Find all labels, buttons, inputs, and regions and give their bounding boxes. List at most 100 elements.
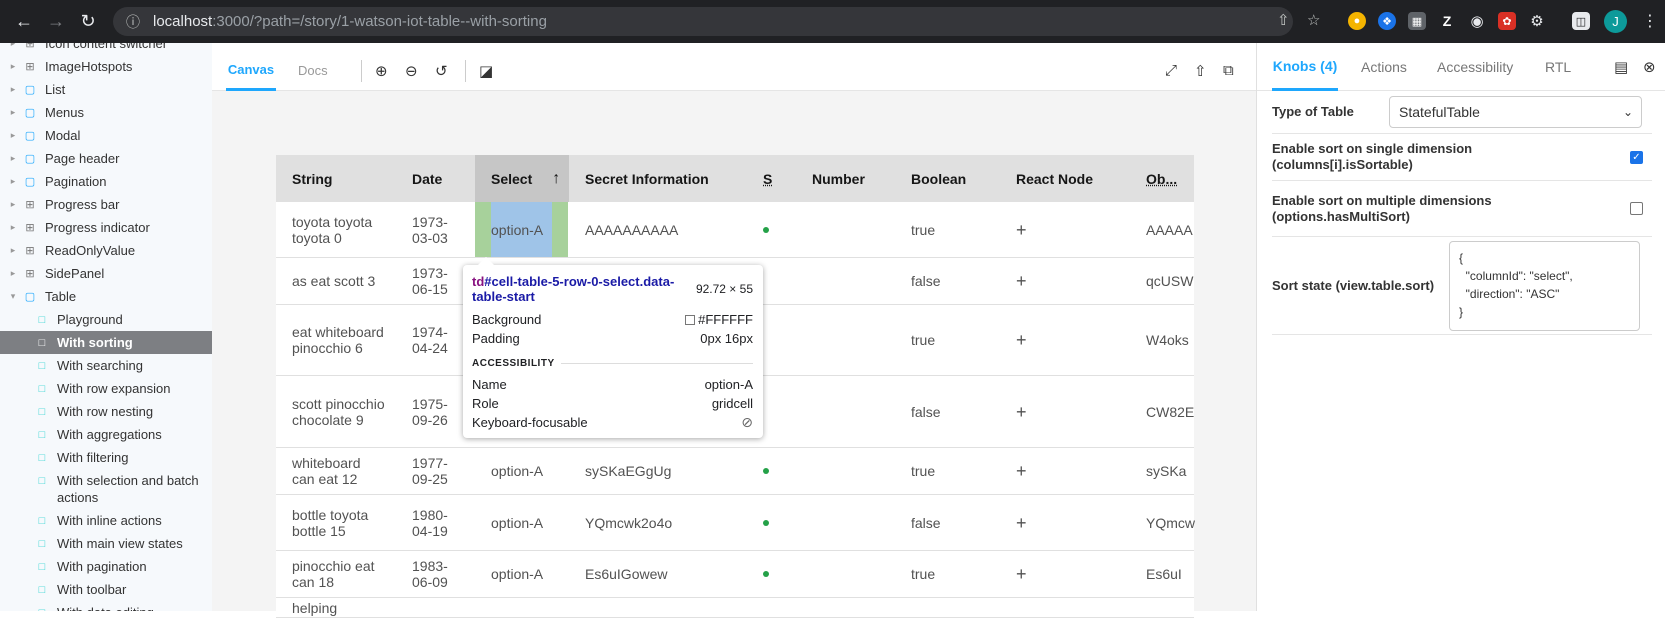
cell-number[interactable] [796,258,895,304]
cell-string[interactable]: eat whiteboard pinocchio 6 [276,305,396,375]
sidebar-item[interactable]: ▸ ⊞ ImageHotspots [0,55,212,78]
background-toggle-icon[interactable]: ◪ [479,62,493,80]
cell-select[interactable]: option-A [475,551,569,597]
tab-knobs[interactable]: Knobs (4) [1272,43,1338,91]
sidebar-item[interactable]: ▸ ▢ List [0,78,212,101]
cell-secret[interactable]: AAAAAAAAAA [569,202,747,257]
add-icon[interactable]: + [1016,221,1027,239]
reload-icon[interactable]: ↻ [76,9,100,33]
sidebar-story[interactable]: □ With row nesting [0,400,212,423]
cell-number[interactable] [796,495,895,550]
column-header[interactable]: Secret Information [569,155,747,202]
tab-rtl[interactable]: RTL [1545,43,1571,91]
cell-status[interactable] [747,202,796,257]
add-icon[interactable]: + [1016,331,1027,349]
cell-number[interactable] [796,551,895,597]
sidebar-story[interactable]: □ With data editing [0,601,212,611]
cell-date[interactable]: 1977-09-25 [396,448,475,494]
cell-secret[interactable]: YQmcwk2o4o [569,495,747,550]
sidebar-story[interactable]: □ With searching [0,354,212,377]
sort-arrow-up-icon[interactable]: ↑ [552,170,560,188]
open-new-tab-icon[interactable]: ⇧ [1194,62,1207,80]
extension-target-icon[interactable]: ◉ [1468,12,1486,30]
table-row[interactable]: whiteboard can eat 12 1977-09-25 option-A s… [276,448,1194,495]
cell-number[interactable] [796,376,895,447]
cell-date[interactable]: 1983-06-09 [396,551,475,597]
extension-z-icon[interactable]: Z [1438,12,1456,30]
multi-sort-checkbox[interactable] [1630,202,1643,215]
cell-object[interactable]: AAAAA [1130,202,1194,257]
info-icon[interactable]: ⓘ [126,12,140,32]
cell-string[interactable]: as eat scott 3 [276,258,396,304]
add-icon[interactable]: + [1016,403,1027,421]
back-icon[interactable]: ← [12,9,36,33]
extension-red-icon[interactable]: ✿ [1498,12,1516,30]
panel-orientation-icon[interactable]: ▤ [1614,58,1628,76]
cell-string[interactable]: scott pinocchio chocolate 9 [276,376,396,447]
cell-node[interactable]: + [1000,202,1130,257]
zoom-out-icon[interactable]: ⊖ [405,62,418,80]
table-row[interactable]: pinocchio eat can 18 1983-06-09 option-A Es… [276,551,1194,598]
add-icon[interactable]: + [1016,514,1027,532]
sidebar-item[interactable]: ▸ ⊞ SidePanel [0,262,212,285]
cell-node[interactable]: + [1000,258,1130,304]
zoom-in-icon[interactable]: ⊕ [375,62,388,80]
cell-boolean[interactable] [895,598,1000,617]
cell-string[interactable]: pinocchio eat can 18 [276,551,396,597]
sidebar-item[interactable]: ▸ ▢ Modal [0,124,212,147]
share-icon[interactable]: ⇧ [1277,11,1290,29]
cell-boolean[interactable]: true [895,202,1000,257]
cell-object[interactable]: qcUSW [1130,258,1194,304]
sidebar-story[interactable]: □ With filtering [0,446,212,469]
cell-number[interactable] [796,448,895,494]
cell-select[interactable]: option-A [475,495,569,550]
column-header[interactable]: Ob... [1130,155,1194,202]
sidebar-item[interactable]: ▸ ⊞ ReadOnlyValue [0,239,212,262]
add-icon[interactable]: + [1016,272,1027,290]
cell-status[interactable] [747,551,796,597]
cell-node[interactable]: + [1000,551,1130,597]
extension-puzzle-blue-icon[interactable]: ❖ [1378,12,1396,30]
cell-date[interactable]: 1973-03-03 [396,202,475,257]
cell-select[interactable] [475,598,569,617]
cell-node[interactable]: + [1000,495,1130,550]
cell-object[interactable]: CW82E [1130,376,1194,447]
sidebar-toggle-icon[interactable]: ◫ [1572,12,1590,30]
zoom-reset-icon[interactable]: ↺ [435,62,448,80]
sidebar-item[interactable]: ▸ ▢ Pagination [0,170,212,193]
cell-string[interactable]: whiteboard can eat 12 [276,448,396,494]
cell-object[interactable]: YQmcw [1130,495,1195,550]
cell-number[interactable] [796,202,895,257]
column-header[interactable]: String [276,155,396,202]
cell-date[interactable]: 1980-04-19 [396,495,475,550]
tab-canvas[interactable]: Canvas [226,50,276,91]
table-row[interactable]: toyota toyota toyota 0 1973-03-03 option-A… [276,202,1194,258]
cell-string[interactable]: toyota toyota toyota 0 [276,202,396,257]
single-sort-checkbox[interactable]: ✓ [1630,150,1643,164]
cell-boolean[interactable]: false [895,495,1000,550]
tab-actions[interactable]: Actions [1361,43,1407,91]
table-row[interactable]: helping [276,598,1194,618]
cell-status[interactable] [747,495,796,550]
sidebar-story[interactable]: □ With selection and batch actions [0,469,212,509]
bookmark-star-icon[interactable]: ☆ [1307,11,1320,29]
column-header[interactable]: Boolean [895,155,1000,202]
profile-avatar[interactable]: J [1604,10,1627,33]
column-header[interactable]: React Node [1000,155,1130,202]
extension-chrome-icon[interactable]: ● [1348,12,1366,30]
cell-string[interactable]: helping [276,598,396,617]
cell-number[interactable] [796,598,895,617]
sidebar-item[interactable]: ▸ ▢ Page header [0,147,212,170]
address-bar[interactable]: ⓘ localhost:3000/?path=/story/1-watson-i… [113,7,1293,36]
sidebar-story[interactable]: □ With sorting [0,331,212,354]
sidebar-story[interactable]: □ With row expansion [0,377,212,400]
table-row[interactable]: bottle toyota bottle 15 1980-04-19 option-… [276,495,1195,551]
forward-icon[interactable]: → [44,9,68,33]
column-header[interactable]: S [747,155,796,202]
sidebar-item[interactable]: ▸ ⊞ Progress bar [0,193,212,216]
column-header[interactable]: Date [396,155,475,202]
cell-object[interactable]: Es6uI [1130,551,1194,597]
browser-menu-icon[interactable]: ⋮ [1642,11,1658,31]
add-icon[interactable]: + [1016,462,1027,480]
cell-date[interactable] [396,598,475,617]
